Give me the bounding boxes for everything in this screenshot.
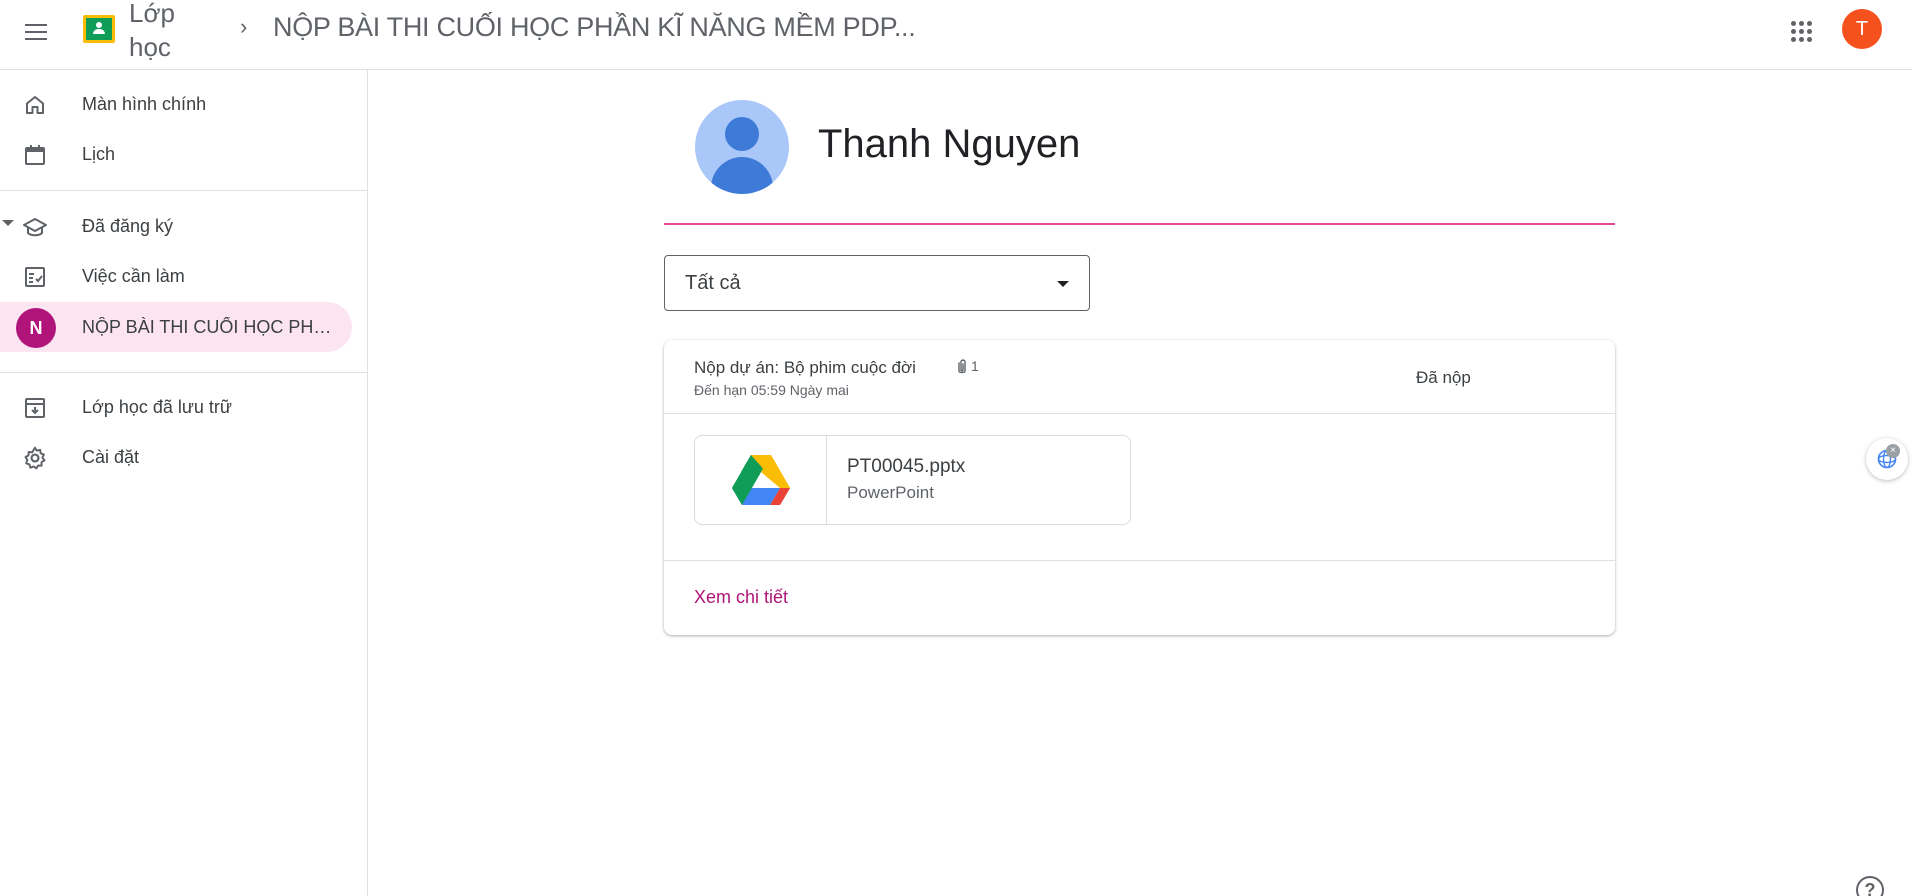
- accent-divider: [664, 223, 1615, 225]
- sidebar-item-label: Đã đăng ký: [82, 215, 174, 236]
- expand-arrow-icon[interactable]: [2, 220, 14, 226]
- sidebar-item-label: Việc cần làm: [82, 265, 185, 286]
- calendar-icon: [22, 142, 48, 168]
- card-divider: [664, 560, 1615, 561]
- sidebar-divider: [0, 372, 368, 373]
- sidebar: Màn hình chính Lịch Đã đăng ký Việc cần …: [0, 70, 368, 896]
- class-title[interactable]: NỘP BÀI THI CUỐI HỌC PHẦN KĨ NĂNG MỀM PD…: [273, 12, 916, 43]
- attachment-tile[interactable]: PT00045.pptx PowerPoint: [694, 435, 1131, 525]
- breadcrumb-separator: ›: [240, 14, 248, 39]
- sidebar-item-archived[interactable]: Lớp học đã lưu trữ: [0, 382, 352, 432]
- app-name[interactable]: Lớp học: [129, 0, 199, 64]
- account-avatar[interactable]: T: [1842, 9, 1882, 49]
- assignment-title: Nộp dự án: Bộ phim cuộc đời: [694, 358, 916, 377]
- sidebar-item-enrolled[interactable]: Đã đăng ký: [0, 201, 352, 251]
- menu-icon-bar: [25, 31, 47, 33]
- sidebar-divider: [0, 190, 368, 191]
- top-app-bar: Lớp học › NỘP BÀI THI CUỐI HỌC PHẦN KĨ N…: [0, 0, 1912, 70]
- sidebar-item-active-class[interactable]: N NỘP BÀI THI CUỐI HỌC PHẦN KĨ NĂNG MỀM …: [0, 302, 352, 352]
- archive-icon: [22, 395, 48, 421]
- submission-status: Đã nộp: [1416, 368, 1471, 387]
- google-apps-button[interactable]: [1786, 16, 1816, 46]
- menu-icon-bar: [25, 24, 47, 26]
- file-name: PT00045.pptx: [847, 456, 966, 477]
- class-avatar: N: [16, 308, 56, 348]
- sidebar-item-todo[interactable]: Việc cần làm: [0, 251, 352, 301]
- filter-selected-value: Tất cả: [685, 272, 741, 294]
- sidebar-item-label: Lịch: [82, 143, 116, 164]
- ai-assistant-widget[interactable]: [1866, 438, 1908, 480]
- gear-icon: [22, 445, 48, 471]
- attachment-thumbnail: [695, 436, 827, 524]
- sidebar-item-calendar[interactable]: Lịch: [0, 129, 352, 179]
- widget-close-icon[interactable]: ×: [1886, 444, 1900, 458]
- view-details-link[interactable]: Xem chi tiết: [694, 587, 788, 608]
- sidebar-item-label: Màn hình chính: [82, 93, 207, 114]
- classroom-logo-icon[interactable]: [83, 15, 115, 43]
- student-name: Thanh Nguyen: [818, 122, 1081, 166]
- help-button[interactable]: ?: [1856, 876, 1884, 896]
- status-filter-select[interactable]: Tất cả: [664, 255, 1090, 311]
- sidebar-item-home[interactable]: Màn hình chính: [0, 79, 352, 129]
- file-type: PowerPoint: [847, 483, 934, 502]
- google-drive-icon: [731, 455, 790, 505]
- school-icon: [22, 214, 48, 240]
- sidebar-item-label: Cài đặt: [82, 446, 140, 467]
- dropdown-arrow-icon: [1057, 281, 1069, 287]
- sidebar-item-settings[interactable]: Cài đặt: [0, 432, 352, 482]
- due-date: Đến hạn 05:59 Ngày mai: [694, 382, 849, 398]
- assignment-card: Nộp dự án: Bộ phim cuộc đời 1 Đến hạn 05…: [664, 340, 1615, 635]
- home-icon: [22, 92, 48, 118]
- attachment-count: 1: [971, 358, 979, 374]
- assignment-header[interactable]: Nộp dự án: Bộ phim cuộc đời 1 Đến hạn 05…: [664, 340, 1615, 414]
- sidebar-item-label: Lớp học đã lưu trữ: [82, 396, 232, 417]
- main-menu-button[interactable]: [16, 12, 56, 52]
- sidebar-item-label: NỘP BÀI THI CUỐI HỌC PHẦN KĨ NĂNG MỀM PD…: [82, 316, 337, 337]
- student-avatar: [695, 100, 789, 194]
- checklist-icon: [22, 264, 48, 290]
- menu-icon-bar: [25, 38, 47, 40]
